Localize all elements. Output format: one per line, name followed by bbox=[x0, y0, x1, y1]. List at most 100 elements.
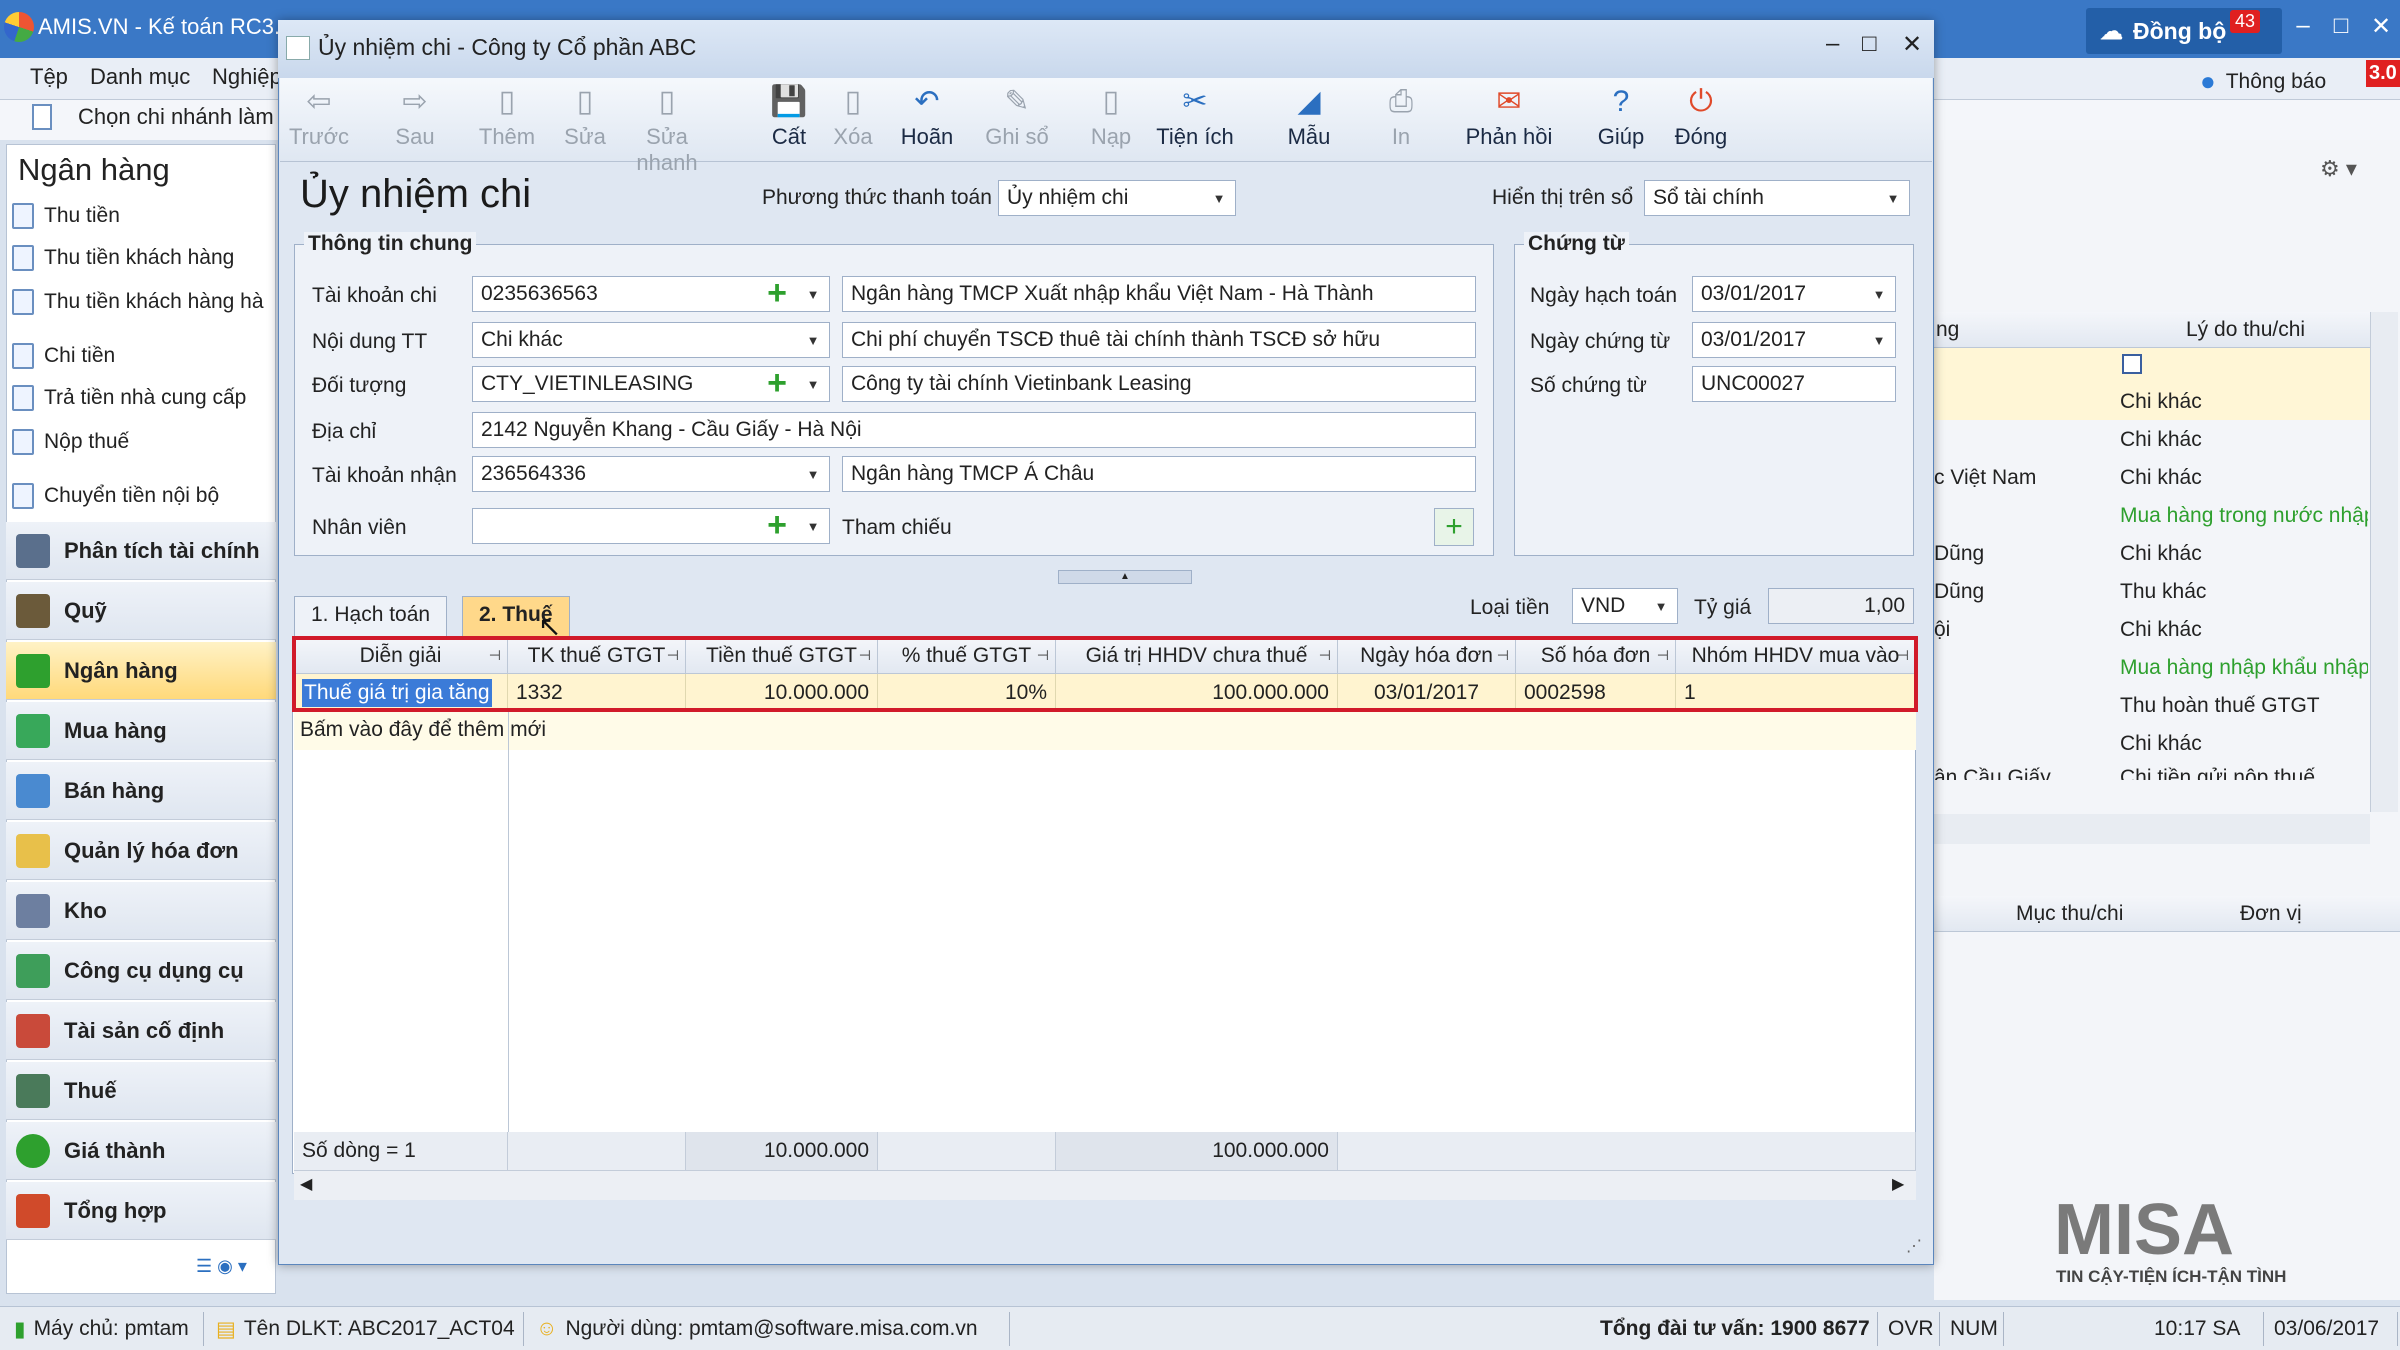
pin-icon[interactable]: ⊣ bbox=[859, 647, 871, 664]
table-cell-description[interactable]: Thuế giá trị gia tăng bbox=[294, 674, 508, 712]
col-header-description[interactable]: Diễn giải ⊣ bbox=[294, 638, 508, 674]
toolbar-edit-button[interactable]: ▯ Sửa bbox=[540, 80, 630, 160]
add-icon[interactable]: + bbox=[761, 367, 793, 400]
pin-icon[interactable]: ⊣ bbox=[1657, 647, 1669, 664]
currency-select[interactable]: VND ▼ bbox=[1572, 588, 1678, 624]
tab-accounting[interactable]: 1. Hạch toán bbox=[294, 596, 448, 636]
toolbar-print-button[interactable]: ⎙ In bbox=[1356, 80, 1446, 160]
post-date-picker[interactable]: 03/01/2017 ▼ bbox=[1692, 276, 1896, 312]
menu-operations[interactable]: Nghiệp bbox=[212, 64, 278, 90]
toolbar-template-button[interactable]: ◢ Mẫu bbox=[1264, 80, 1354, 160]
table-cell-invoice-date[interactable]: 03/01/2017 bbox=[1338, 674, 1516, 712]
module-tools[interactable]: Công cụ dụng cụ bbox=[6, 942, 276, 1000]
dialog-maximize-icon[interactable]: □ bbox=[1862, 30, 1877, 58]
module-sales[interactable]: Bán hàng bbox=[6, 762, 276, 820]
pay-account-field[interactable]: 0235636563 + ▼ bbox=[472, 276, 830, 312]
bg-grid-checkbox[interactable] bbox=[2122, 354, 2142, 374]
col-header-invoice-date[interactable]: Ngày hóa đơn ⊣ bbox=[1338, 638, 1516, 674]
toolbar-quick-edit-button[interactable]: ▯ Sửa nhanh bbox=[622, 80, 712, 175]
scroll-right-icon[interactable]: ▶ bbox=[1892, 1174, 1904, 1194]
add-new-row-hint[interactable]: Bấm vào đây để thêm mới bbox=[300, 718, 546, 742]
sidebar-item-pay-tax[interactable]: Nộp thuế bbox=[12, 422, 274, 462]
ledger-select[interactable]: Sổ tài chính ▼ bbox=[1644, 180, 1910, 216]
recv-bank-field[interactable]: Ngân hàng TMCP Á Châu bbox=[842, 456, 1476, 492]
object-field[interactable]: CTY_VIETINLEASING + ▼ bbox=[472, 366, 830, 402]
address-field[interactable]: 2142 Nguyễn Khang - Cầu Giấy - Hà Nội bbox=[472, 412, 1476, 448]
dialog-minimize-icon[interactable]: – bbox=[1826, 30, 1839, 58]
toolbar-back-button[interactable]: ⇦ Trước bbox=[274, 80, 364, 160]
toolbar-feedback-button[interactable]: ✉ Phản hồi bbox=[1464, 80, 1554, 160]
toolbar-load-button[interactable]: ▯ Nạp bbox=[1066, 80, 1156, 160]
toolbar-close-button[interactable]: ⏻ Đóng bbox=[1656, 80, 1746, 160]
module-purchase[interactable]: Mua hàng bbox=[6, 702, 276, 760]
col-header-pre-tax-value[interactable]: Giá trị HHDV chưa thuế ⊣ bbox=[1056, 638, 1338, 674]
doc-date-picker[interactable]: 03/01/2017 ▼ bbox=[1692, 322, 1896, 358]
module-tax[interactable]: Thuế bbox=[6, 1062, 276, 1120]
col-header-goods-group[interactable]: Nhóm HHDV mua vào ⊣ bbox=[1676, 638, 1916, 674]
recv-account-select[interactable]: 236564336 ▼ bbox=[472, 456, 830, 492]
sidebar-item-payment[interactable]: Chi tiền bbox=[12, 336, 274, 376]
toolbar-undo-button[interactable]: ↶ Hoãn bbox=[882, 80, 972, 160]
sidebar-item-receipt-customer[interactable]: Thu tiền khách hàng bbox=[12, 238, 274, 278]
toolbar-next-button[interactable]: ⇨ Sau bbox=[370, 80, 460, 160]
pin-icon[interactable]: ⊣ bbox=[1037, 647, 1049, 664]
col-header-vat-rate[interactable]: % thuế GTGT ⊣ bbox=[878, 638, 1056, 674]
table-cell-invoice-no[interactable]: 0002598 bbox=[1516, 674, 1676, 712]
settings-gear-icon[interactable]: ⚙ ▾ bbox=[2320, 156, 2357, 182]
toolbar-utilities-button[interactable]: ✂ Tiện ích bbox=[1150, 80, 1240, 160]
module-costing[interactable]: Giá thành bbox=[6, 1122, 276, 1180]
menu-file[interactable]: Tệp bbox=[30, 64, 68, 90]
table-cell-vat-rate[interactable]: 10% bbox=[878, 674, 1056, 712]
sidebar-item-pay-supplier[interactable]: Trả tiền nhà cung cấp bbox=[12, 378, 274, 418]
pin-icon[interactable]: ⊣ bbox=[1497, 647, 1509, 664]
sidebar-item-internal-transfer[interactable]: Chuyển tiền nội bộ bbox=[12, 476, 274, 516]
dialog-close-icon[interactable]: ✕ bbox=[1902, 30, 1922, 59]
module-bank[interactable]: Ngân hàng bbox=[6, 642, 276, 700]
col-header-invoice-no[interactable]: Số hóa đơn ⊣ bbox=[1516, 638, 1676, 674]
resize-grip-icon[interactable]: ⋰ bbox=[1906, 1236, 1922, 1256]
minimize-icon[interactable]: – bbox=[2286, 12, 2320, 46]
add-icon[interactable]: + bbox=[761, 509, 793, 542]
employee-field[interactable]: + ▼ bbox=[472, 508, 830, 544]
module-fixed-assets[interactable]: Tài sản cố định bbox=[6, 1002, 276, 1060]
pin-icon[interactable]: ⊣ bbox=[667, 647, 679, 664]
module-financial-analysis[interactable]: Phân tích tài chính bbox=[6, 522, 276, 580]
add-reference-icon[interactable]: + bbox=[1434, 508, 1474, 546]
notification-button[interactable]: ● Thông báo bbox=[2200, 66, 2326, 97]
pay-bank-field[interactable]: Ngân hàng TMCP Xuất nhập khẩu Việt Nam -… bbox=[842, 276, 1476, 312]
rate-field[interactable]: 1,00 bbox=[1768, 588, 1914, 624]
collapse-splitter[interactable]: ▲ bbox=[1058, 570, 1192, 584]
sidebar-item-receipt[interactable]: Thu tiền bbox=[12, 196, 274, 236]
col-header-vat-amount[interactable]: Tiền thuế GTGT ⊣ bbox=[686, 638, 878, 674]
scroll-left-icon[interactable]: ◀ bbox=[300, 1174, 312, 1194]
branch-select-label[interactable]: Chọn chi nhánh làm bbox=[78, 104, 278, 130]
doc-no-field[interactable]: UNC00027 bbox=[1692, 366, 1896, 402]
close-icon[interactable]: ✕ bbox=[2364, 12, 2398, 46]
pin-icon[interactable]: ⊣ bbox=[1319, 647, 1331, 664]
table-cell-vat-account[interactable]: 1332 bbox=[508, 674, 686, 712]
pin-icon[interactable]: ⊣ bbox=[1897, 647, 1909, 664]
object-name-field[interactable]: Công ty tài chính Vietinbank Leasing bbox=[842, 366, 1476, 402]
sidebar-item-receipt-customers[interactable]: Thu tiền khách hàng hà bbox=[12, 282, 274, 322]
module-cash[interactable]: Quỹ bbox=[6, 582, 276, 640]
bg-scrollbar[interactable] bbox=[2370, 312, 2398, 812]
add-icon[interactable]: + bbox=[761, 277, 793, 310]
sidebar-options-icon[interactable]: ☰ ◉ ▾ bbox=[196, 1256, 247, 1277]
maximize-icon[interactable]: □ bbox=[2324, 12, 2358, 46]
pin-icon[interactable]: ⊣ bbox=[489, 647, 501, 664]
toolbar-help-button[interactable]: ? Giúp bbox=[1576, 80, 1666, 160]
payment-method-select[interactable]: Ủy nhiệm chi ▼ bbox=[998, 180, 1236, 216]
bg-hscrollbar[interactable] bbox=[1934, 814, 2370, 844]
table-cell-goods-group[interactable]: 1 bbox=[1676, 674, 1916, 712]
menu-catalog[interactable]: Danh mục bbox=[90, 64, 190, 90]
content-desc-field[interactable]: Chi phí chuyển TSCĐ thuê tài chính thành… bbox=[842, 322, 1476, 358]
toolbar-add-button[interactable]: ▯ Thêm bbox=[462, 80, 552, 160]
table-cell-pre-tax-value[interactable]: 100.000.000 bbox=[1056, 674, 1338, 712]
toolbar-post-button[interactable]: ✎ Ghi sổ bbox=[972, 80, 1062, 160]
module-summary[interactable]: Tổng hợp bbox=[6, 1182, 276, 1240]
module-warehouse[interactable]: Kho bbox=[6, 882, 276, 940]
grid-hscrollbar[interactable] bbox=[294, 1170, 1916, 1200]
content-select[interactable]: Chi khác ▼ bbox=[472, 322, 830, 358]
table-cell-vat-amount[interactable]: 10.000.000 bbox=[686, 674, 878, 712]
col-header-vat-account[interactable]: TK thuế GTGT ⊣ bbox=[508, 638, 686, 674]
